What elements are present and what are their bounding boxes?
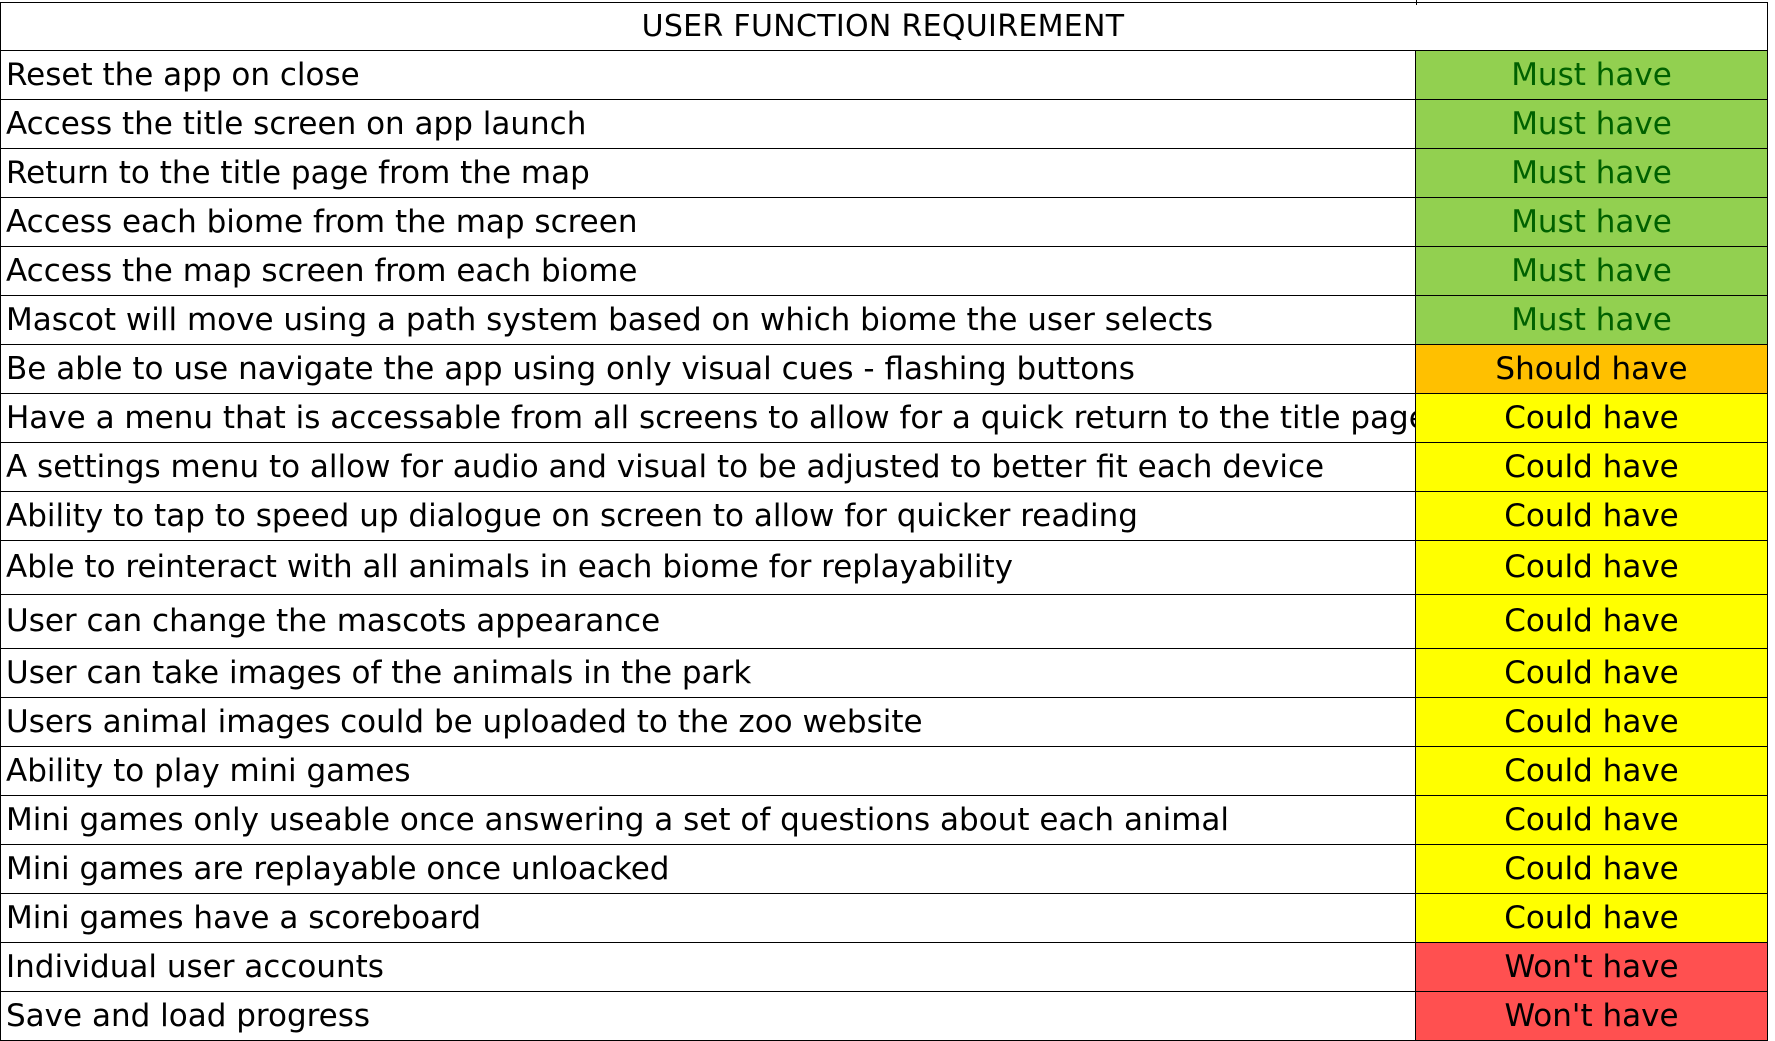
priority-cell[interactable]: Could have (1416, 541, 1767, 594)
table-row: A settings menu to allow for audio and v… (1, 443, 1767, 492)
table-row: Access the map screen from each biome Mus… (1, 247, 1767, 296)
table-body: Reset the app on close Must have Access th… (1, 51, 1767, 1041)
requirement-cell[interactable]: A settings menu to allow for audio and v… (1, 443, 1416, 491)
requirement-cell[interactable]: Save and load progress (1, 992, 1416, 1040)
priority-cell[interactable]: Must have (1416, 198, 1767, 246)
requirement-cell[interactable]: Able to reinteract with all animals in e… (1, 541, 1416, 594)
priority-cell[interactable]: Could have (1416, 845, 1767, 893)
table-row: Access the title screen on app launch Mus… (1, 100, 1767, 149)
requirement-cell[interactable]: Be able to use navigate the app using on… (1, 345, 1416, 393)
requirement-cell[interactable]: Access the map screen from each biome (1, 247, 1416, 295)
priority-cell[interactable]: Could have (1416, 595, 1767, 648)
priority-cell[interactable]: Must have (1416, 149, 1767, 197)
table-row: Access each biome from the map screen Mus… (1, 198, 1767, 247)
requirement-cell[interactable]: Individual user accounts (1, 943, 1416, 991)
requirement-cell[interactable]: Ability to play mini games (1, 747, 1416, 795)
requirement-cell[interactable]: Have a menu that is accessable from all … (1, 394, 1416, 442)
table-row: Reset the app on close Must have (1, 51, 1767, 100)
requirement-cell[interactable]: Access the title screen on app launch (1, 100, 1416, 148)
priority-cell[interactable]: Could have (1416, 747, 1767, 795)
table-title: USER FUNCTION REQUIREMENT (641, 9, 1125, 44)
requirement-cell[interactable]: Ability to tap to speed up dialogue on s… (1, 492, 1416, 540)
requirement-cell[interactable]: Mini games only useable once answering a… (1, 796, 1416, 844)
priority-cell[interactable]: Must have (1416, 296, 1767, 344)
table-row: Return to the title page from the map Mus… (1, 149, 1767, 198)
table-row: User can change the mascots appearance Co… (1, 595, 1767, 649)
priority-cell[interactable]: Could have (1416, 698, 1767, 746)
table-row: Able to reinteract with all animals in e… (1, 541, 1767, 595)
priority-cell[interactable]: Should have (1416, 345, 1767, 393)
priority-cell[interactable]: Could have (1416, 796, 1767, 844)
table-row: Save and load progress Won't have (1, 992, 1767, 1041)
priority-cell[interactable]: Could have (1416, 894, 1767, 942)
priority-cell[interactable]: Must have (1416, 247, 1767, 295)
requirement-cell[interactable]: Users animal images could be uploaded to… (1, 698, 1416, 746)
table-row: Be able to use navigate the app using on… (1, 345, 1767, 394)
requirement-cell[interactable]: User can take images of the animals in t… (1, 649, 1416, 697)
requirement-cell[interactable]: Mascot will move using a path system bas… (1, 296, 1416, 344)
table-row: Mini games have a scoreboard Could have (1, 894, 1767, 943)
priority-cell[interactable]: Won't have (1416, 992, 1767, 1040)
table-row: Ability to play mini games Could have (1, 747, 1767, 796)
priority-cell[interactable]: Won't have (1416, 943, 1767, 991)
requirement-cell[interactable]: Access each biome from the map screen (1, 198, 1416, 246)
priority-cell[interactable]: Must have (1416, 51, 1767, 99)
priority-cell[interactable]: Could have (1416, 443, 1767, 491)
table-row: Have a menu that is accessable from all … (1, 394, 1767, 443)
requirement-cell[interactable]: Return to the title page from the map (1, 149, 1416, 197)
table-row: Ability to tap to speed up dialogue on s… (1, 492, 1767, 541)
requirement-cell[interactable]: Mini games have a scoreboard (1, 894, 1416, 942)
requirement-cell[interactable]: Mini games are replayable once unloacked (1, 845, 1416, 893)
table-row: User can take images of the animals in t… (1, 649, 1767, 698)
table-row: Mini games only useable once answering a… (1, 796, 1767, 845)
priority-cell[interactable]: Could have (1416, 394, 1767, 442)
requirement-cell[interactable]: Reset the app on close (1, 51, 1416, 99)
requirements-table: USER FUNCTION REQUIREMENT Reset the app … (0, 0, 1768, 1041)
table-row: Individual user accounts Won't have (1, 943, 1767, 992)
table-row: Users animal images could be uploaded to… (1, 698, 1767, 747)
priority-cell[interactable]: Must have (1416, 100, 1767, 148)
priority-cell[interactable]: Could have (1416, 649, 1767, 697)
priority-cell[interactable]: Could have (1416, 492, 1767, 540)
table-row: Mascot will move using a path system bas… (1, 296, 1767, 345)
requirement-cell[interactable]: User can change the mascots appearance (1, 595, 1416, 648)
table-row: Mini games are replayable once unloacked… (1, 845, 1767, 894)
table-header: USER FUNCTION REQUIREMENT (1, 0, 1767, 51)
